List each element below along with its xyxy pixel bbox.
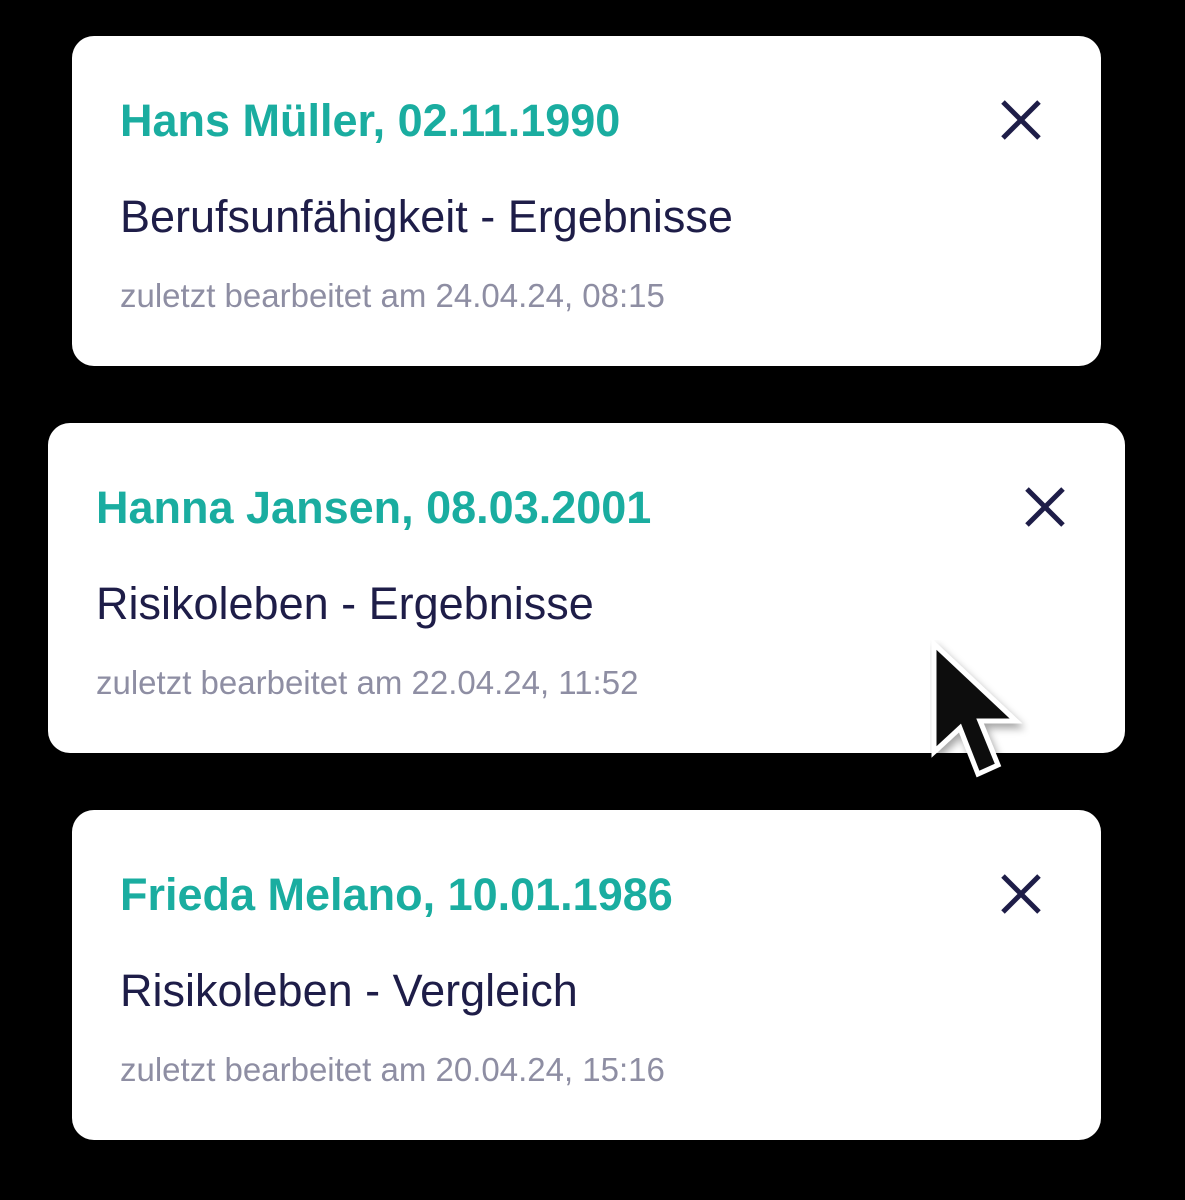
case-card[interactable]: Hans Müller, 02.11.1990 Berufsunfähigkei… — [72, 36, 1101, 366]
case-card[interactable]: Hanna Jansen, 08.03.2001 Risikoleben - E… — [48, 423, 1125, 753]
close-icon[interactable] — [1023, 485, 1067, 529]
case-card[interactable]: Frieda Melano, 10.01.1986 Risikoleben - … — [72, 810, 1101, 1140]
case-card-last-edited: zuletzt bearbeitet am 22.04.24, 11:52 — [96, 664, 639, 701]
case-card-last-edited: zuletzt bearbeitet am 20.04.24, 15:16 — [120, 1051, 665, 1088]
case-card-subtitle: Berufsunfähigkeit - Ergebnisse — [120, 191, 733, 242]
case-card-title: Frieda Melano, 10.01.1986 — [120, 869, 673, 920]
case-card-subtitle: Risikoleben - Ergebnisse — [96, 578, 594, 629]
recent-cases-list: Hans Müller, 02.11.1990 Berufsunfähigkei… — [0, 0, 1185, 1200]
close-icon[interactable] — [999, 98, 1043, 142]
case-card-title: Hans Müller, 02.11.1990 — [120, 95, 621, 146]
close-icon[interactable] — [999, 872, 1043, 916]
case-card-last-edited: zuletzt bearbeitet am 24.04.24, 08:15 — [120, 277, 665, 314]
case-card-subtitle: Risikoleben - Vergleich — [120, 965, 578, 1016]
case-card-title: Hanna Jansen, 08.03.2001 — [96, 482, 652, 533]
